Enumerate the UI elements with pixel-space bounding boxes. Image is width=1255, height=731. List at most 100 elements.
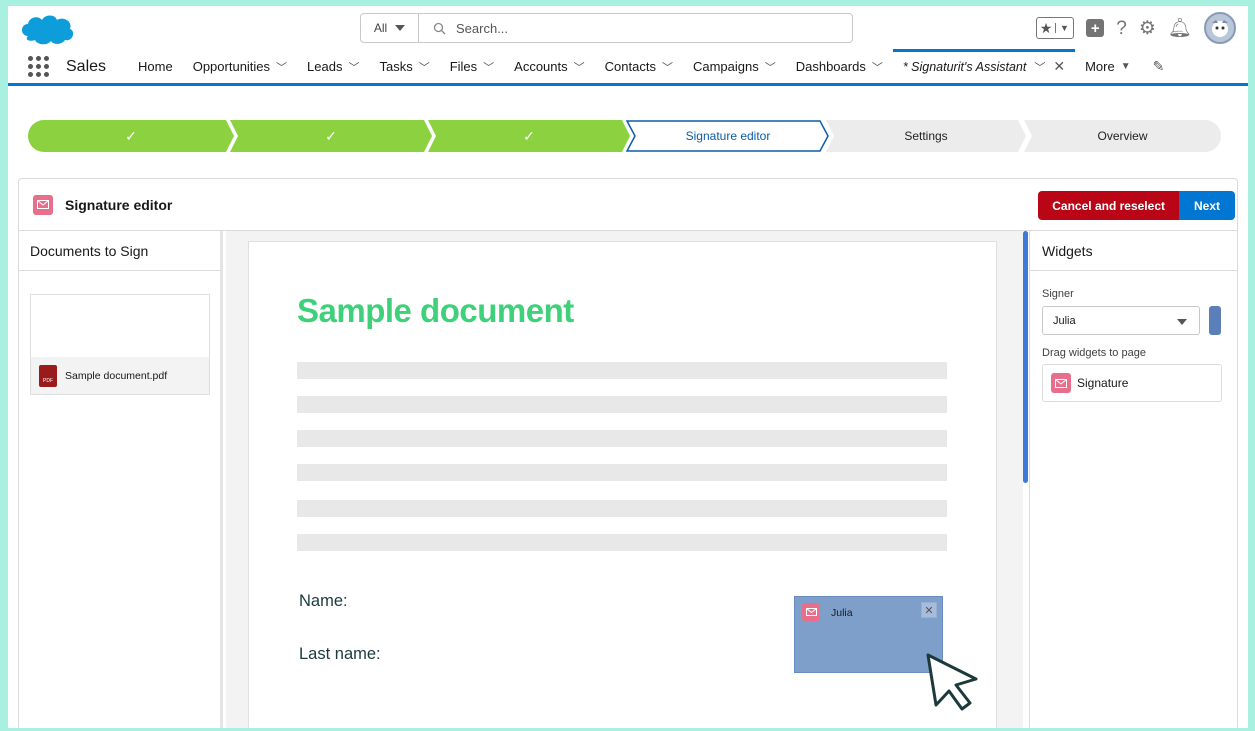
placeholder-text-line [297, 362, 947, 379]
path-step-label[interactable]: Signature editor [627, 120, 829, 152]
nav-item-accounts[interactable]: Accounts ﹀ [504, 50, 594, 83]
nav-label: Campaigns [692, 59, 759, 74]
document-scrollbar[interactable] [1023, 231, 1028, 483]
path-step-label[interactable]: ✓ [428, 120, 630, 152]
app-nav-bar: Sales Home Opportunities ﹀ Leads ﹀ Tasks ﹀ … [8, 48, 1248, 86]
search-input[interactable]: Search... [419, 21, 852, 36]
cancel-and-reselect-button[interactable]: Cancel and reselect [1038, 191, 1179, 220]
nav-label: Home [138, 59, 173, 74]
app-name: Sales [66, 57, 107, 75]
envelope-icon [33, 194, 53, 215]
signer-label: Signer [1042, 288, 1074, 300]
nav-label: Accounts [514, 59, 568, 74]
signer-select[interactable]: Julia [1042, 306, 1200, 335]
help-icon[interactable]: ? [1116, 19, 1127, 38]
nav-label: Dashboards [795, 59, 866, 74]
chevron-down-icon[interactable]: ﹀ [1034, 59, 1045, 75]
tab-signaturit-assistant[interactable]: * Signaturit's Assistant ﹀ ✕ [892, 48, 1076, 82]
nav-label: Opportunities [192, 59, 271, 74]
nav-label: Contacts [604, 59, 656, 74]
placeholder-text-line [297, 534, 947, 551]
nav-item-dashboards[interactable]: Dashboards ﹀ [786, 50, 893, 83]
global-search[interactable]: All Search... [360, 13, 853, 43]
nav-label: Tasks [379, 59, 413, 74]
document-page[interactable]: Sample document Name: Last name: Julia ✕ [248, 241, 997, 728]
nav-item-campaigns[interactable]: Campaigns ﹀ [683, 50, 786, 83]
chevron-down-icon[interactable]: ﹀ [483, 59, 494, 75]
path-step-label[interactable]: Overview [1024, 120, 1221, 152]
nav-more-label: More [1085, 59, 1115, 74]
chevron-down-icon[interactable]: ﹀ [574, 59, 585, 75]
placeholder-text-line [297, 500, 947, 517]
signature-widget-draggable[interactable]: Signature [1042, 364, 1222, 402]
nav-item-opportunities[interactable]: Opportunities ﹀ [183, 50, 297, 83]
nav-label: Leads [307, 59, 343, 74]
search-icon [433, 22, 446, 34]
search-scope-select[interactable]: All [361, 14, 419, 42]
card-title: Signature editor [65, 196, 173, 213]
placeholder-text-line [297, 430, 947, 447]
path-step-label[interactable]: Settings [826, 120, 1026, 152]
document-heading: Sample document [297, 292, 574, 329]
nav-item-leads[interactable]: Leads ﹀ [297, 50, 369, 83]
document-canvas: Sample document Name: Last name: Julia ✕ [226, 231, 1023, 728]
path-step-label[interactable]: ✓ [28, 120, 234, 152]
chevron-down-icon[interactable]: ﹀ [419, 59, 430, 75]
chevron-down-icon[interactable]: ﹀ [765, 59, 776, 75]
document-name: Sample document.pdf [65, 369, 168, 382]
path-step-label[interactable]: ✓ [230, 120, 432, 152]
nav-item-home[interactable]: Home [128, 50, 183, 83]
header-actions: ★ ▼ + ? ⚙ 🔔︎ [1036, 12, 1236, 44]
nav-item-tasks[interactable]: Tasks ﹀ [369, 50, 439, 83]
progress-path: ✓ ✓ ✓ Signature editor Settings Overview [28, 120, 1221, 152]
signer-select-value: Julia [1053, 314, 1076, 327]
placed-signature-widget[interactable]: Julia ✕ [794, 596, 943, 673]
caret-down-icon: ▼ [1120, 61, 1131, 72]
search-placeholder: Search... [456, 20, 509, 36]
chevron-down-icon[interactable]: ﹀ [276, 59, 287, 75]
widgets-panel-title: Widgets [1030, 231, 1238, 271]
caret-down-icon: ▼ [1054, 23, 1074, 33]
main-content: ✓ ✓ ✓ Signature editor Settings Overview… [8, 89, 1248, 728]
mouse-pointer-icon [926, 653, 978, 711]
user-avatar[interactable] [1204, 12, 1236, 44]
search-scope-label: All [373, 21, 388, 35]
signature-editor-card: Signature editor Cancel and reselect Nex… [18, 178, 1238, 728]
next-button[interactable]: Next [1179, 191, 1235, 220]
nav-item-files[interactable]: Files ﹀ [440, 50, 504, 83]
global-header: All Search... ★ ▼ + ? ⚙ 🔔︎ [8, 6, 1248, 50]
notifications-bell-icon[interactable]: 🔔︎ [1168, 19, 1192, 38]
chevron-down-icon[interactable]: ﹀ [872, 59, 883, 75]
caret-down-icon [395, 25, 406, 31]
favorites-button[interactable]: ★ ▼ [1036, 17, 1075, 39]
envelope-icon [802, 603, 820, 621]
name-field-label: Name: [299, 592, 348, 610]
salesforce-logo[interactable] [18, 12, 76, 46]
setup-gear-icon[interactable]: ⚙ [1139, 19, 1156, 38]
avatar-icon [1212, 20, 1228, 37]
signature-widget-label: Signature [1077, 376, 1129, 390]
drag-widgets-label: Drag widgets to page [1042, 347, 1146, 359]
tab-label: * Signaturit's Assistant [902, 59, 1027, 74]
document-thumbnail[interactable]: PDF Sample document.pdf [30, 294, 210, 395]
signer-color-swatch [1209, 306, 1221, 335]
chevron-down-icon[interactable]: ﹀ [348, 59, 359, 75]
documents-panel: Documents to Sign PDF Sample document.pd… [19, 231, 223, 728]
caret-down-icon [1177, 319, 1187, 325]
nav-item-contacts[interactable]: Contacts ﹀ [595, 50, 683, 83]
app-launcher-icon[interactable] [28, 56, 52, 77]
pdf-file-icon: PDF [39, 364, 57, 387]
chevron-down-icon[interactable]: ﹀ [662, 59, 673, 75]
edit-pencil-icon[interactable]: ✎ [1153, 58, 1165, 75]
placed-widget-signer: Julia [831, 607, 853, 619]
app-window: All Search... ★ ▼ + ? ⚙ 🔔︎ Sales Home Op… [8, 6, 1248, 728]
nav-more-menu[interactable]: More ▼ [1075, 50, 1141, 83]
global-actions-icon[interactable]: + [1086, 19, 1105, 37]
document-thumbnail-footer: PDF Sample document.pdf [31, 357, 209, 394]
remove-widget-close-icon[interactable]: ✕ [921, 602, 937, 618]
close-icon[interactable]: ✕ [1053, 58, 1065, 75]
widgets-panel: Widgets Signer Julia Drag widgets to pag… [1029, 231, 1238, 728]
envelope-icon [1051, 373, 1071, 393]
documents-panel-title: Documents to Sign [19, 231, 220, 271]
card-header: Signature editor Cancel and reselect Nex… [19, 179, 1237, 231]
